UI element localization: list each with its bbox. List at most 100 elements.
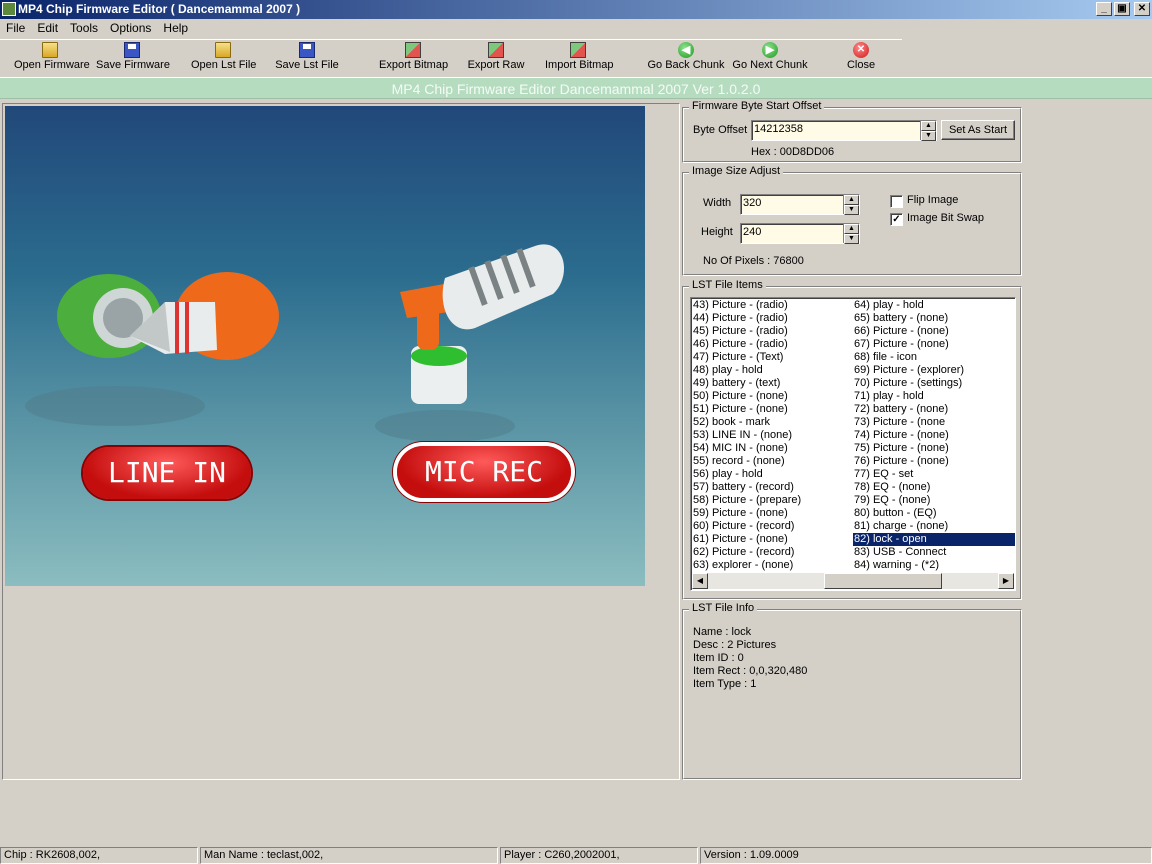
spin-up-icon[interactable]: ▲: [844, 224, 859, 234]
list-item[interactable]: 46) Picture - (radio): [692, 338, 801, 351]
flip-image-label[interactable]: Flip Image: [907, 194, 958, 206]
list-item[interactable]: 62) Picture - (record): [692, 546, 801, 559]
scrollbar-thumb[interactable]: [824, 573, 942, 589]
set-as-start-button[interactable]: Set As Start: [941, 120, 1015, 140]
bitmap-icon: [488, 42, 504, 58]
list-item[interactable]: 50) Picture - (none): [692, 390, 801, 403]
image-bit-swap-checkbox[interactable]: ✓: [890, 213, 903, 226]
maximize-button[interactable]: ▣: [1114, 2, 1130, 16]
close-label: Close: [846, 59, 876, 71]
list-item[interactable]: 58) Picture - (prepare): [692, 494, 801, 507]
line-in-plug-graphic: [25, 272, 279, 426]
list-item[interactable]: 70) Picture - (settings): [853, 377, 1015, 390]
width-spinner[interactable]: ▲ ▼: [843, 195, 859, 215]
close-x-icon: ✕: [853, 42, 869, 58]
list-item[interactable]: 61) Picture - (none): [692, 533, 801, 546]
list-item[interactable]: 48) play - hold: [692, 364, 801, 377]
spin-up-icon[interactable]: ▲: [921, 121, 936, 131]
list-item[interactable]: 56) play - hold: [692, 468, 801, 481]
list-item[interactable]: 77) EQ - set: [853, 468, 1015, 481]
spin-down-icon[interactable]: ▼: [844, 205, 859, 215]
list-item[interactable]: 51) Picture - (none): [692, 403, 801, 416]
close-button[interactable]: ✕ Close: [846, 42, 876, 76]
window-controls: _ ▣ ✕: [1096, 2, 1150, 16]
spin-down-icon[interactable]: ▼: [844, 234, 859, 244]
import-bitmap-button[interactable]: Import Bitmap: [545, 42, 613, 76]
save-lst-button[interactable]: Save Lst File: [275, 42, 339, 76]
close-window-button[interactable]: ✕: [1134, 2, 1150, 16]
list-item[interactable]: 78) EQ - (none): [853, 481, 1015, 494]
list-item[interactable]: 79) EQ - (none): [853, 494, 1015, 507]
list-item[interactable]: 71) play - hold: [853, 390, 1015, 403]
height-value: 240: [743, 226, 762, 238]
open-lst-label: Open Lst File: [191, 59, 257, 71]
save-firmware-button[interactable]: Save Firmware: [96, 42, 170, 76]
go-next-chunk-button[interactable]: ▶ Go Next Chunk: [732, 42, 808, 76]
go-back-chunk-button[interactable]: ◀ Go Back Chunk: [647, 42, 725, 76]
back-arrow-icon: ◀: [678, 42, 694, 58]
list-item[interactable]: 64) play - hold: [853, 299, 1015, 312]
list-item[interactable]: 44) Picture - (radio): [692, 312, 801, 325]
line-in-label: LINE IN: [83, 447, 251, 499]
list-item[interactable]: 65) battery - (none): [853, 312, 1015, 325]
info-desc: Desc : 2 Pictures: [693, 639, 777, 651]
list-item[interactable]: 84) warning - (*2): [853, 559, 1015, 572]
list-item[interactable]: 49) battery - (text): [692, 377, 801, 390]
list-item[interactable]: 73) Picture - (none: [853, 416, 1015, 429]
menu-help[interactable]: Help: [157, 19, 194, 37]
open-lst-button[interactable]: Open Lst File: [191, 42, 257, 76]
bitmap-icon: [570, 42, 586, 58]
flip-image-checkbox[interactable]: [890, 195, 903, 208]
list-item[interactable]: 55) record - (none): [692, 455, 801, 468]
export-bitmap-button[interactable]: Export Bitmap: [379, 42, 448, 76]
next-arrow-icon: ▶: [762, 42, 778, 58]
scroll-left-icon[interactable]: ◀: [692, 573, 708, 589]
list-item[interactable]: 57) battery - (record): [692, 481, 801, 494]
list-item[interactable]: 72) battery - (none): [853, 403, 1015, 416]
list-item[interactable]: 69) Picture - (explorer): [853, 364, 1015, 377]
list-item[interactable]: 68) file - icon: [853, 351, 1015, 364]
spin-down-icon[interactable]: ▼: [921, 131, 936, 141]
menu-file[interactable]: File: [0, 19, 31, 37]
menu-tools[interactable]: Tools: [64, 19, 104, 37]
menu-options[interactable]: Options: [104, 19, 157, 37]
list-item[interactable]: 67) Picture - (none): [853, 338, 1015, 351]
list-item[interactable]: 60) Picture - (record): [692, 520, 801, 533]
list-item[interactable]: 53) LINE IN - (none): [692, 429, 801, 442]
firmware-image-preview: LINE IN MIC REC: [5, 106, 645, 586]
title-bar: MP4 Chip Firmware Editor ( Dancemammal 2…: [0, 0, 1152, 19]
lst-items-list[interactable]: 43) Picture - (radio) 44) Picture - (radi…: [690, 297, 1016, 591]
image-bit-swap-label[interactable]: Image Bit Swap: [907, 212, 984, 224]
height-spinner[interactable]: ▲ ▼: [843, 224, 859, 244]
height-input[interactable]: 240 ▲ ▼: [740, 223, 860, 244]
menu-edit[interactable]: Edit: [31, 19, 64, 37]
list-item[interactable]: 43) Picture - (radio): [692, 299, 801, 312]
byte-offset-spinner[interactable]: ▲ ▼: [920, 121, 936, 141]
info-item-id: Item ID : 0: [693, 652, 744, 664]
byte-offset-input[interactable]: 14212358 ▲ ▼: [751, 120, 937, 141]
spin-up-icon[interactable]: ▲: [844, 195, 859, 205]
image-panel: LINE IN MIC REC: [2, 103, 680, 780]
list-item[interactable]: 83) USB - Connect: [853, 546, 1015, 559]
list-item[interactable]: 81) charge - (none): [853, 520, 1015, 533]
list-item[interactable]: 82) lock - open: [853, 533, 1015, 546]
list-item[interactable]: 54) MIC IN - (none): [692, 442, 801, 455]
list-item[interactable]: 75) Picture - (none): [853, 442, 1015, 455]
width-input[interactable]: 320 ▲ ▼: [740, 194, 860, 215]
byte-offset-label: Byte Offset: [693, 124, 748, 136]
list-item[interactable]: 76) Picture - (none): [853, 455, 1015, 468]
list-item[interactable]: 52) book - mark: [692, 416, 801, 429]
list-item[interactable]: 80) button - (EQ): [853, 507, 1015, 520]
export-raw-button[interactable]: Export Raw: [467, 42, 525, 76]
horizontal-scrollbar[interactable]: ◀ ▶: [692, 573, 1014, 589]
minimize-button[interactable]: _: [1096, 2, 1112, 16]
list-item[interactable]: 59) Picture - (none): [692, 507, 801, 520]
list-item[interactable]: 63) explorer - (none): [692, 559, 801, 572]
list-item[interactable]: 47) Picture - (Text): [692, 351, 801, 364]
scroll-right-icon[interactable]: ▶: [998, 573, 1014, 589]
open-firmware-button[interactable]: Open Firmware: [14, 42, 90, 76]
list-item[interactable]: 45) Picture - (radio): [692, 325, 801, 338]
list-item[interactable]: 66) Picture - (none): [853, 325, 1015, 338]
list-item[interactable]: 74) Picture - (none): [853, 429, 1015, 442]
open-folder-icon: [42, 42, 58, 58]
